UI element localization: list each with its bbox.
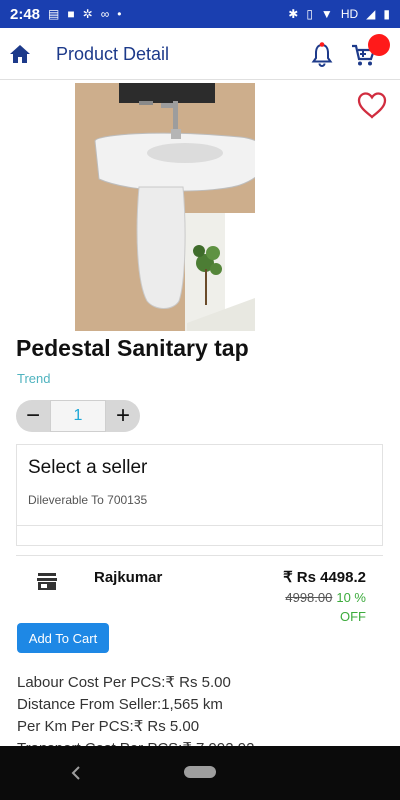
bell-icon[interactable] <box>310 42 334 68</box>
notification-icon: ▤ <box>48 7 60 21</box>
cart-badge <box>368 34 390 56</box>
original-price: 4998.00 <box>285 590 333 605</box>
share-icon: ✲ <box>82 7 93 21</box>
system-nav-bar <box>0 746 400 800</box>
voicemail-icon: ∞ <box>100 7 110 21</box>
per-km-cost: Per Km Per PCS:₹ Rs 5.00 <box>17 718 200 735</box>
seller-selection-card[interactable]: Select a seller Dileverable To 700135 <box>16 444 383 526</box>
status-time: 2:48 <box>10 5 41 23</box>
store-icon <box>37 573 57 590</box>
decrease-button[interactable]: − <box>16 400 50 432</box>
app-bar: Product Detail <box>0 28 400 80</box>
back-icon[interactable] <box>68 763 84 783</box>
seller-offer-card: Rajkumar ₹ Rs 4498.2 4998.00 10 % OFF Add… <box>16 555 383 670</box>
offer-mrp: 4998.00 10 % <box>285 590 366 605</box>
delivery-info: Dileverable To 700135 <box>28 493 148 507</box>
quantity-value[interactable]: 1 <box>50 400 106 432</box>
seller-name: Rajkumar <box>94 569 163 586</box>
product-name: Pedestal Sanitary tap <box>16 335 249 361</box>
status-bar: 2:48 ▤ ■ ✲ ∞ • ✱ ▯ ▼ HD ◢ ▮ <box>0 0 400 28</box>
vibrate-icon: ▯ <box>306 7 313 21</box>
quantity-stepper: − 1 + <box>16 400 140 432</box>
discount-percent: 10 % <box>336 590 366 605</box>
heart-icon[interactable] <box>356 90 388 120</box>
distance-from-seller: Distance From Seller:1,565 km <box>17 696 223 713</box>
bluetooth-icon: ✱ <box>288 7 299 21</box>
nav-home-pill[interactable] <box>184 766 216 778</box>
labour-cost: Labour Cost Per PCS:₹ Rs 5.00 <box>17 674 231 691</box>
offer-price: ₹ Rs 4498.2 <box>283 569 366 586</box>
product-category[interactable]: Trend <box>17 371 50 386</box>
signal-icon: ◢ <box>366 7 376 21</box>
increase-button[interactable]: + <box>106 400 140 432</box>
dot-icon: • <box>117 7 122 21</box>
network-label: HD <box>340 7 359 21</box>
add-to-cart-button[interactable]: Add To Cart <box>17 623 109 653</box>
wifi-icon: ▼ <box>320 7 333 21</box>
product-image <box>75 83 255 331</box>
page-title: Product Detail <box>56 44 170 64</box>
square-icon: ■ <box>67 7 75 21</box>
seller-divider <box>16 526 383 546</box>
discount-off-label: OFF <box>340 609 366 624</box>
seller-section-title: Select a seller <box>28 457 148 478</box>
home-icon[interactable] <box>8 42 32 66</box>
battery-icon: ▮ <box>383 7 390 21</box>
